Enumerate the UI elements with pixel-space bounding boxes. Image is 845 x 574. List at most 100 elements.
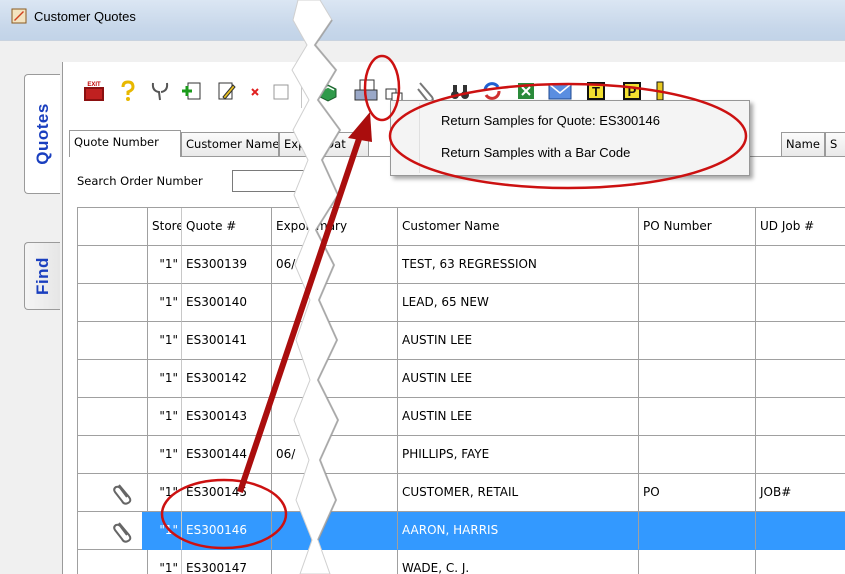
quote-cell[interactable]: ES300147 (182, 550, 272, 574)
attach-cell[interactable] (78, 474, 148, 512)
return-samples-button[interactable] (315, 78, 341, 104)
customer-cell[interactable]: AUSTIN LEE (398, 398, 639, 436)
export-cell[interactable] (272, 512, 312, 550)
tab-export-date[interactable]: Export Dat (279, 132, 369, 156)
attach-cell[interactable] (78, 436, 148, 474)
store-cell[interactable]: "1" (148, 322, 182, 360)
header-export[interactable]: Expor (272, 208, 312, 246)
attach-cell[interactable] (78, 284, 148, 322)
store-cell[interactable]: "1" (148, 284, 182, 322)
table-row[interactable]: "1" ES300141 AUSTIN LEE (78, 322, 845, 360)
attach-cell[interactable] (78, 550, 148, 574)
store-cell[interactable]: "1" (148, 246, 182, 284)
export-cell[interactable]: 06/ (272, 436, 312, 474)
tab-customer-name[interactable]: Customer Name (181, 132, 279, 156)
po-cell[interactable] (639, 550, 756, 574)
tab-quote-number[interactable]: Quote Number (69, 130, 181, 157)
po-cell[interactable] (639, 246, 756, 284)
print-button[interactable] (353, 78, 379, 104)
menu-item-return-samples-quote[interactable]: Return Samples for Quote: ES300146 (441, 113, 660, 128)
customer-cell[interactable]: PHILLIPS, FAYE (398, 436, 639, 474)
search-input[interactable] (232, 170, 304, 192)
add-button[interactable] (179, 78, 205, 104)
table-row[interactable]: "1" ES300139 06/( TEST, 63 REGRESSION (78, 246, 845, 284)
table-row[interactable]: "1" ES300145 CUSTOMER, RETAIL PO JOB# (78, 474, 845, 512)
ud-job-cell[interactable] (756, 550, 845, 574)
customer-cell[interactable]: AUSTIN LEE (398, 322, 639, 360)
primary-cell[interactable] (312, 512, 398, 550)
primary-cell[interactable] (312, 550, 398, 574)
store-cell[interactable]: "1" (148, 360, 182, 398)
ud-job-cell[interactable] (756, 512, 845, 550)
po-cell[interactable] (639, 322, 756, 360)
po-cell[interactable] (639, 436, 756, 474)
po-cell[interactable] (639, 398, 756, 436)
ud-job-cell[interactable] (756, 436, 845, 474)
primary-cell[interactable] (312, 436, 398, 474)
table-row[interactable]: "1" ES300142 AUSTIN LEE (78, 360, 845, 398)
primary-cell[interactable] (312, 322, 398, 360)
primary-cell[interactable] (312, 474, 398, 512)
customer-cell[interactable]: WADE, C. J. (398, 550, 639, 574)
export-cell[interactable] (272, 360, 312, 398)
tab-quotes[interactable]: Quotes (24, 74, 60, 194)
po-cell[interactable]: PO (639, 474, 756, 512)
store-cell[interactable]: "1" (148, 512, 182, 550)
quote-cell[interactable]: ES300145 (182, 474, 272, 512)
po-cell[interactable] (639, 360, 756, 398)
menu-item-return-samples-barcode[interactable]: Return Samples with a Bar Code (441, 145, 630, 160)
header-store[interactable]: Store (148, 208, 182, 246)
store-cell[interactable]: "1" (148, 550, 182, 574)
store-cell[interactable]: "1" (148, 436, 182, 474)
attach-cell[interactable] (78, 360, 148, 398)
po-cell[interactable] (639, 284, 756, 322)
table-row[interactable]: "1" ES300147 WADE, C. J. (78, 550, 845, 574)
store-cell[interactable]: "1" (148, 474, 182, 512)
header-primary[interactable]: mary (312, 208, 398, 246)
blank-button[interactable] (269, 78, 295, 104)
ud-job-cell[interactable] (756, 322, 845, 360)
ud-job-cell[interactable] (756, 398, 845, 436)
table-row[interactable]: "1" ES300146 AARON, HARRIS (78, 512, 845, 550)
customer-cell[interactable]: AARON, HARRIS (398, 512, 639, 550)
customer-cell[interactable]: LEAD, 65 NEW (398, 284, 639, 322)
header-po[interactable]: PO Number (639, 208, 756, 246)
tab-overflow[interactable]: S (825, 132, 845, 156)
delete-button[interactable] (245, 78, 271, 104)
table-row[interactable]: "1" ES300140 LEAD, 65 NEW (78, 284, 845, 322)
customer-cell[interactable]: CUSTOMER, RETAIL (398, 474, 639, 512)
primary-cell[interactable] (312, 360, 398, 398)
header-quote[interactable]: Quote # (182, 208, 272, 246)
tools-button[interactable] (147, 78, 173, 104)
table-row[interactable]: "1" ES300143 AUSTIN LEE (78, 398, 845, 436)
primary-cell[interactable] (312, 246, 398, 284)
primary-cell[interactable] (312, 284, 398, 322)
quote-cell[interactable]: ES300142 (182, 360, 272, 398)
table-row[interactable]: "1" ES300144 06/PHILLIPS, FAYE (78, 436, 845, 474)
header-customer[interactable]: Customer Name (398, 208, 639, 246)
primary-cell[interactable] (312, 398, 398, 436)
ud-job-cell[interactable] (756, 284, 845, 322)
ud-job-cell[interactable] (756, 246, 845, 284)
attach-cell[interactable] (78, 322, 148, 360)
export-cell[interactable] (272, 398, 312, 436)
export-cell[interactable] (272, 284, 312, 322)
store-cell[interactable]: "1" (148, 398, 182, 436)
customer-cell[interactable]: TEST, 63 REGRESSION (398, 246, 639, 284)
quote-cell[interactable]: ES300139 (182, 246, 272, 284)
edit-button[interactable] (213, 78, 239, 104)
export-cell[interactable]: 06/( (272, 246, 312, 284)
attach-cell[interactable] (78, 398, 148, 436)
ud-job-cell[interactable]: JOB# (756, 474, 845, 512)
export-cell[interactable] (272, 474, 312, 512)
quote-cell[interactable]: ES300140 (182, 284, 272, 322)
customer-cell[interactable]: AUSTIN LEE (398, 360, 639, 398)
po-cell[interactable] (639, 512, 756, 550)
attach-cell[interactable] (78, 246, 148, 284)
export-cell[interactable] (272, 550, 312, 574)
quote-cell[interactable]: ES300141 (182, 322, 272, 360)
quote-cell[interactable]: ES300143 (182, 398, 272, 436)
help-button[interactable] (115, 78, 141, 104)
header-ud[interactable]: UD Job # (756, 208, 845, 246)
exit-button[interactable]: EXIT (81, 78, 107, 104)
